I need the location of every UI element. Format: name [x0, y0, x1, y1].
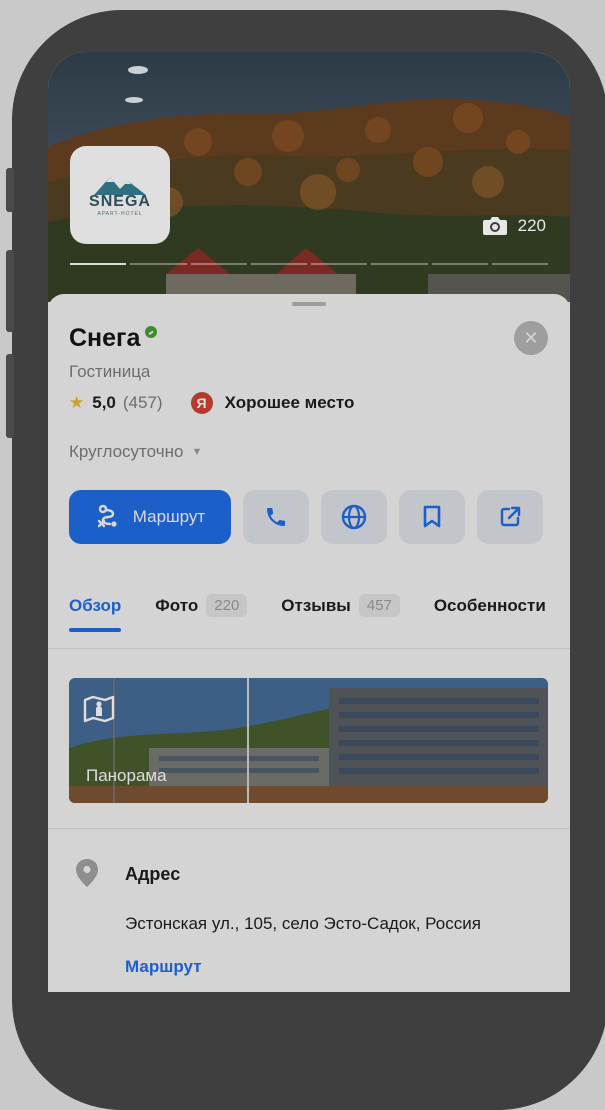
route-button-label: Маршрут [132, 507, 206, 526]
address-title: Адрес [125, 864, 181, 884]
tab-label: Фото [155, 595, 199, 615]
camera-icon [482, 217, 507, 235]
close-icon: ✕ [523, 327, 539, 348]
phone-volume-up [6, 250, 14, 332]
bookmark-icon [423, 505, 441, 528]
verified-icon [145, 326, 158, 338]
tab-features[interactable]: Особенности [434, 596, 546, 616]
panorama-card[interactable]: Панорама [69, 678, 548, 803]
gallery-progress [70, 263, 548, 265]
working-hours[interactable]: Круглосуточно ▼ [69, 442, 202, 462]
gallery-progress-segment [70, 263, 127, 265]
action-buttons: Маршрут [69, 490, 543, 544]
tab-count: 457 [358, 594, 400, 617]
close-button[interactable]: ✕ [514, 321, 548, 355]
route-icon [97, 504, 117, 528]
gallery-progress-segment [491, 263, 548, 265]
tab-label: Обзор [69, 595, 122, 615]
gallery-progress-segment [190, 263, 247, 265]
location-pin-icon [74, 858, 100, 893]
tab-bar: Обзор Фото 220 Отзывы 457 Особенности [69, 594, 570, 632]
panorama-icon [83, 694, 115, 729]
place-card: Снега ✕ Гостиница ★ 5,0 (457) Я Хорошее … [48, 294, 570, 992]
tab-overview[interactable]: Обзор [69, 595, 122, 632]
bookmark-button[interactable] [399, 490, 465, 544]
title-row: Снега [69, 324, 158, 353]
gallery-progress-segment [311, 263, 368, 265]
gallery-progress-segment [250, 263, 307, 265]
panorama-label: Панорама [86, 766, 167, 785]
tab-photos[interactable]: Фото 220 [155, 594, 248, 617]
mountain-logo-icon [94, 177, 146, 195]
photo-count[interactable]: 220 [482, 216, 546, 236]
phone-icon [267, 508, 285, 526]
tab-label: Особенности [433, 595, 546, 615]
share-icon [500, 506, 521, 527]
place-title: Снега [69, 324, 141, 352]
star-icon: ★ [69, 393, 85, 412]
good-place-label: Хорошее место [224, 393, 355, 412]
logo-subtext: APART-HOTEL [97, 211, 143, 217]
panorama-divider [48, 828, 570, 829]
photo-count-value: 220 [517, 216, 546, 235]
yandex-badge-icon: Я [190, 392, 213, 414]
gallery-progress-segment [371, 263, 428, 265]
place-category: Гостиница [69, 362, 151, 381]
gallery-progress-segment [130, 263, 187, 265]
tab-count: 220 [206, 594, 248, 617]
globe-icon [341, 504, 367, 530]
tab-label: Отзывы [281, 595, 351, 615]
address-route-link[interactable]: Маршрут [125, 957, 202, 977]
website-button[interactable] [321, 490, 387, 544]
phone-volume-down [6, 354, 14, 438]
call-button[interactable] [243, 490, 309, 544]
sheet-grabber[interactable] [292, 302, 326, 306]
hero-photo[interactable]: SNEGA APART-HOTEL 220 [48, 52, 570, 302]
hotel-logo: SNEGA APART-HOTEL [70, 146, 170, 244]
screen: SNEGA APART-HOTEL 220 Снега ✕ Гостиница … [48, 52, 570, 992]
logo-text: SNEGA [89, 193, 151, 210]
caret-down-icon: ▼ [191, 446, 203, 458]
tab-reviews[interactable]: Отзывы 457 [281, 594, 400, 617]
phone-side-button [6, 168, 14, 212]
reviews-count: (457) [122, 393, 163, 412]
gallery-progress-segment [431, 263, 488, 265]
hours-text: Круглосуточно [69, 442, 184, 461]
rating-value: 5,0 [92, 393, 116, 412]
share-button[interactable] [477, 490, 543, 544]
rating-row[interactable]: ★ 5,0 (457) Я Хорошее место [69, 392, 354, 414]
route-button[interactable]: Маршрут [69, 490, 231, 544]
address-text[interactable]: Эстонская ул., 105, село Эсто-Садок, Рос… [125, 914, 481, 934]
tabs-divider [48, 648, 570, 649]
